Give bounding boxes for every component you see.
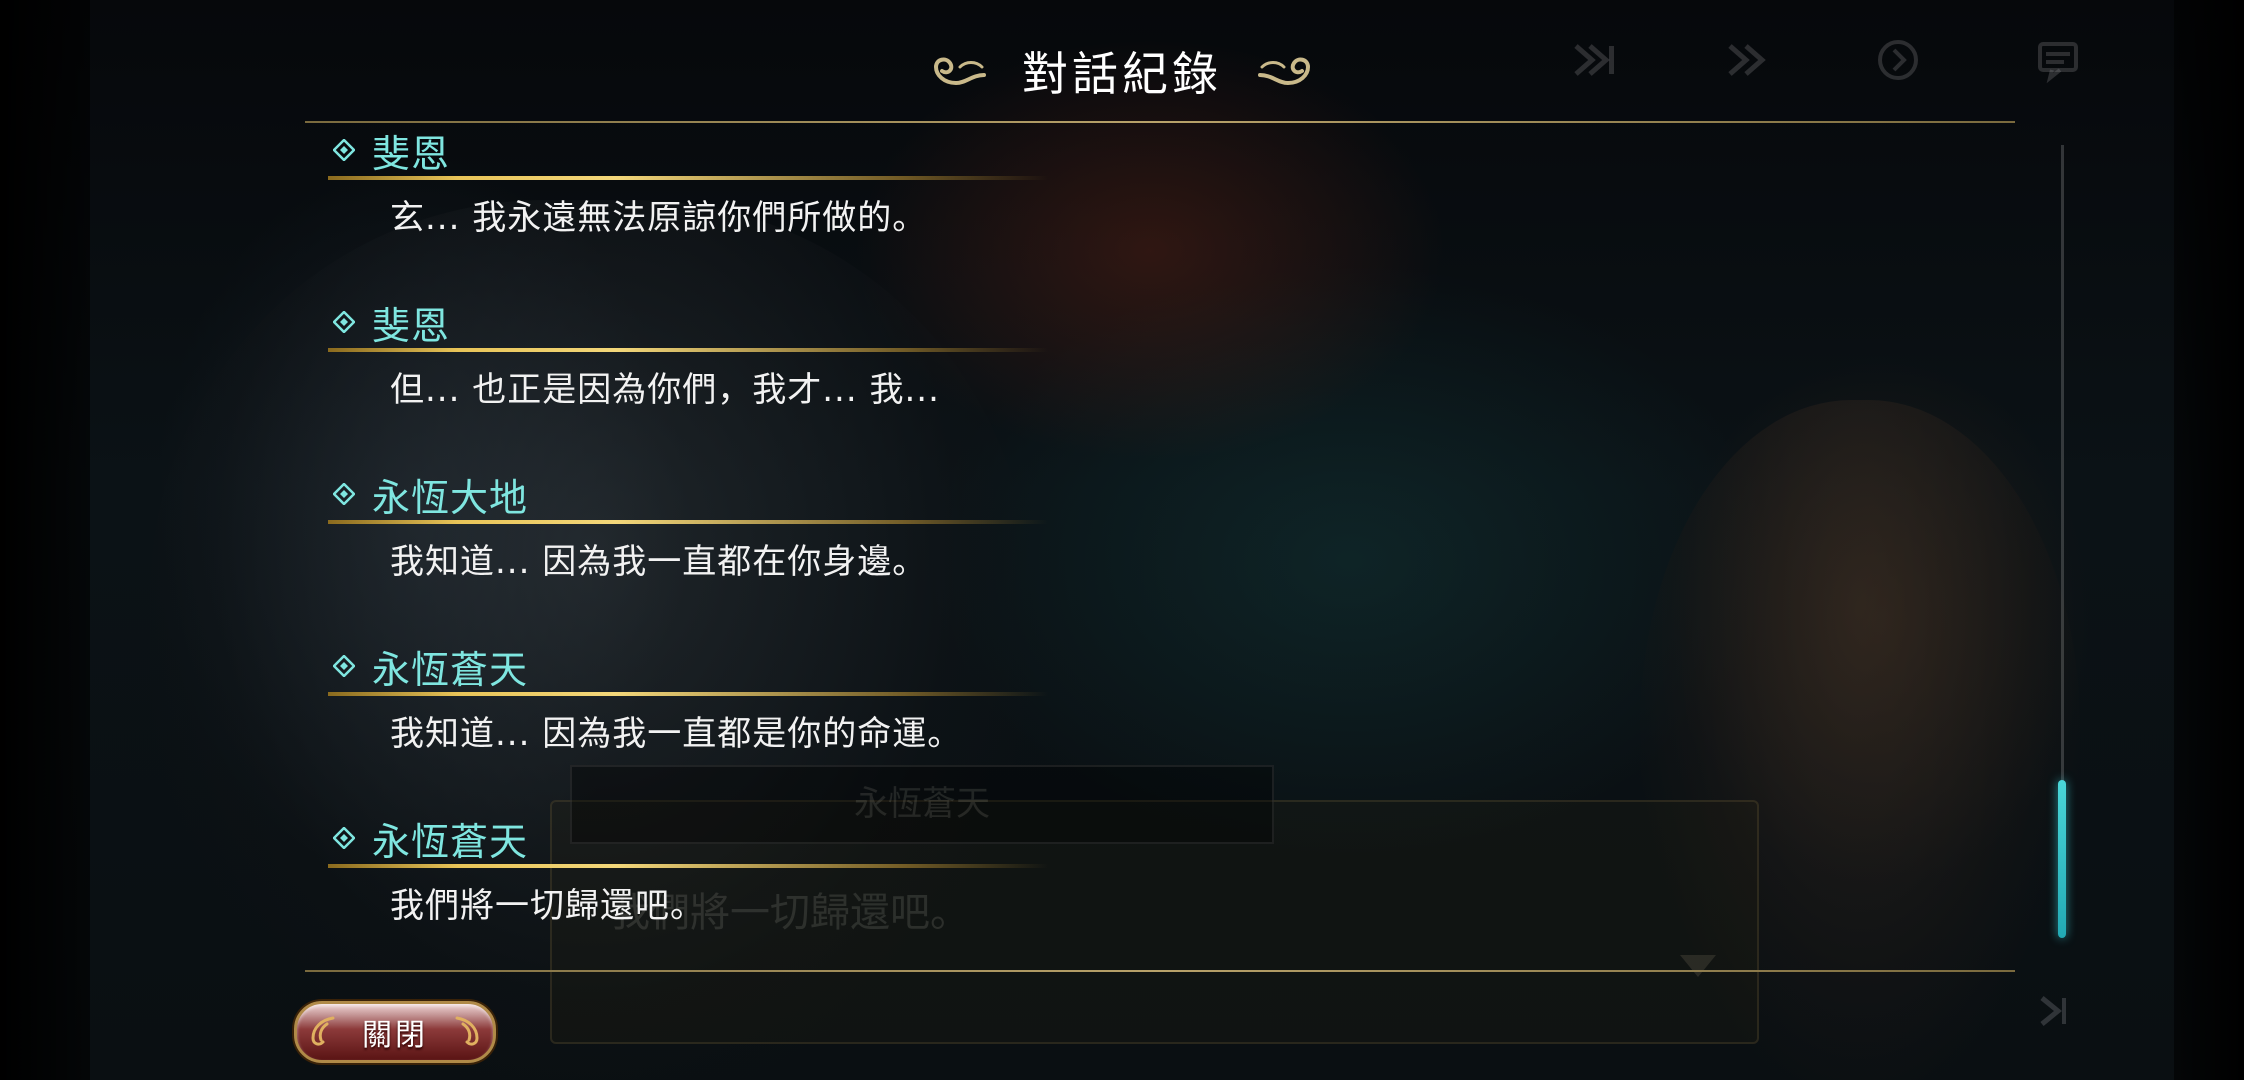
speaker-name: 永恆大地 [372,475,529,520]
button-ornament-right-icon [453,1014,483,1050]
game-screen: 永恆蒼天 我們將一切歸還吧。 對話紀錄 斐恩 玄... 我永遠無法原諒你們所做的… [0,0,2244,1080]
button-ornament-left-icon [307,1014,337,1050]
log-entry: 斐恩 玄... 我永遠無法原諒你們所做的。 [328,124,1428,239]
log-entry: 斐恩 但... 也正是因為你們，我才... 我... [328,296,1428,411]
speaker-name: 永恆蒼天 [372,647,529,692]
dialog-line: 但... 也正是因為你們，我才... 我... [390,370,940,410]
close-button-label: 關閉 [362,1018,428,1053]
dialog-line: 我們將一切歸還吧。 [390,886,705,926]
close-button[interactable]: 關閉 [294,1001,496,1063]
left-edge-shade [0,0,90,1080]
scrollbar-thumb[interactable] [2058,780,2066,938]
log-entry: 永恆蒼天 我們將一切歸還吧。 [328,812,1428,927]
speaker-name: 永恆蒼天 [372,819,529,864]
right-edge-shade [2174,0,2244,1080]
dialog-line: 我知道... 因為我一直都在你身邊。 [390,542,928,582]
log-header: 對話紀錄 [0,36,2244,106]
dialog-line: 玄... 我永遠無法原諒你們所做的。 [390,198,928,238]
speaker-name: 斐恩 [372,303,451,348]
page-title: 對話紀錄 [1022,47,1222,101]
speaker-row: 永恆大地 [328,468,1428,520]
speaker-row: 斐恩 [328,296,1428,348]
diamond-icon [332,654,356,678]
title-flourish-left-icon [926,53,988,89]
speaker-name: 斐恩 [372,131,451,176]
log-entry: 永恆蒼天 我知道... 因為我一直都是你的命運。 [328,640,1428,755]
title-flourish-right-icon [1256,53,1318,89]
speaker-row: 永恆蒼天 [328,812,1428,864]
dialog-line: 我知道... 因為我一直都是你的命運。 [390,714,963,754]
footer-divider [305,970,2015,972]
log-entry: 永恆大地 我知道... 因為我一直都在你身邊。 [328,468,1428,583]
corner-arrow-icon [2030,988,2076,1034]
diamond-icon [332,310,356,334]
diamond-icon [332,138,356,162]
diamond-icon [332,482,356,506]
header-divider [305,121,2015,123]
speaker-row: 斐恩 [328,124,1428,176]
diamond-icon [332,826,356,850]
speaker-row: 永恆蒼天 [328,640,1428,692]
dialog-log-list[interactable]: 斐恩 玄... 我永遠無法原諒你們所做的。 斐恩 但... 也正是因為你們，我才… [328,124,2028,969]
